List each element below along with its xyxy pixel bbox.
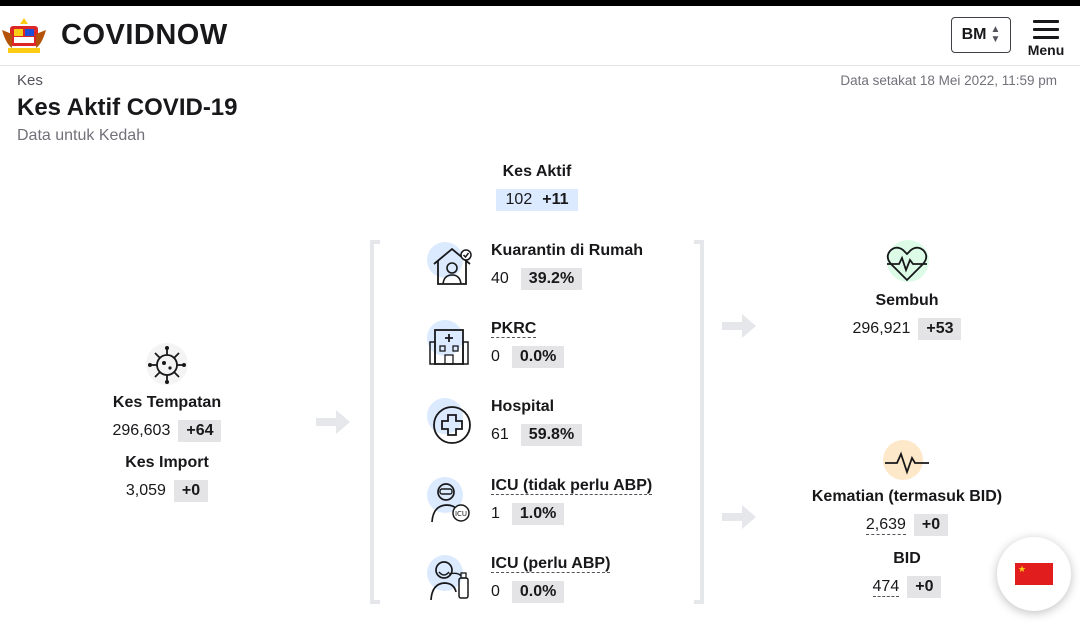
home-quarantine-icon bbox=[433, 247, 472, 285]
kes-import-delta: +0 bbox=[173, 480, 209, 502]
pulse-line-icon bbox=[885, 451, 929, 475]
icu-patient-icon: ICU bbox=[431, 483, 470, 523]
page-subtitle: Data untuk Kedah bbox=[17, 127, 146, 144]
hamburger-icon bbox=[1033, 20, 1059, 39]
kes-tempatan-delta: +64 bbox=[178, 420, 222, 442]
breakdown-item: ICU (perlu ABP) 0 0.0% bbox=[491, 555, 611, 603]
kes-aktif-summary: Kes Aktif 102 +11 bbox=[470, 163, 604, 211]
language-select[interactable]: BM ▲ ▼ bbox=[951, 17, 1011, 53]
kes-aktif-delta: +11 bbox=[542, 191, 569, 208]
kes-aktif-label: Kes Aktif bbox=[502, 163, 572, 180]
site-header: COVIDNOW BM ▲ ▼ Menu bbox=[0, 6, 1080, 66]
select-arrows-icon: ▲ ▼ bbox=[990, 24, 1001, 45]
breakdown-pct: 1.0% bbox=[511, 503, 565, 525]
breakdown-item: Hospital 61 59.8% bbox=[491, 398, 583, 446]
sembuh-value: 296,921 bbox=[852, 320, 911, 337]
bid-value[interactable]: 474 bbox=[872, 578, 900, 597]
breakdown-value: 0 bbox=[491, 348, 500, 365]
breakdown-value: 0 bbox=[491, 583, 500, 600]
breakdown-item: PKRC 0 0.0% bbox=[491, 320, 565, 368]
breakdown-value: 61 bbox=[491, 426, 509, 443]
brand-name[interactable]: COVIDNOW bbox=[61, 19, 228, 52]
menu-label: Menu bbox=[1027, 42, 1065, 58]
kes-tempatan-block: Kes Tempatan 296,603 +64 bbox=[96, 394, 238, 442]
bid-label: BID bbox=[893, 550, 921, 567]
breakdown-label[interactable]: ICU (tidak perlu ABP) bbox=[491, 477, 653, 495]
language-value: BM bbox=[961, 26, 987, 43]
breakdown-item: ICU (tidak perlu ABP) 1 1.0% bbox=[491, 477, 653, 525]
kematian-label: Kematian (termasuk BID) bbox=[811, 488, 1003, 505]
kes-tempatan-value: 296,603 bbox=[112, 422, 171, 439]
kes-import-label: Kes Import bbox=[125, 454, 209, 471]
quarantine-center-icon bbox=[429, 329, 469, 365]
flag-icon: ★ bbox=[1015, 563, 1053, 585]
kematian-delta: +0 bbox=[913, 514, 949, 536]
kes-import-block: Kes Import 3,059 +0 bbox=[96, 454, 238, 502]
menu-button[interactable]: Menu bbox=[1024, 18, 1068, 62]
breakdown-value: 40 bbox=[491, 270, 509, 287]
data-updated-timestamp: Data setakat 18 Mei 2022, 11:59 pm bbox=[840, 73, 1057, 88]
ventilator-patient-icon bbox=[430, 561, 469, 601]
breakdown-label: Kuarantin di Rumah bbox=[491, 242, 644, 259]
kes-tempatan-label: Kes Tempatan bbox=[112, 394, 222, 411]
sembuh-block: Sembuh 296,921 +53 bbox=[836, 292, 978, 340]
arrow-right-icon bbox=[722, 505, 756, 529]
sembuh-label: Sembuh bbox=[875, 292, 939, 309]
kes-aktif-badge: 102 +11 bbox=[495, 189, 579, 211]
hospital-cross-icon bbox=[433, 406, 471, 444]
bracket-right bbox=[694, 240, 704, 604]
breakdown-pct: 0.0% bbox=[511, 346, 565, 368]
breadcrumb[interactable]: Kes bbox=[17, 72, 43, 89]
breakdown-pct: 0.0% bbox=[511, 581, 565, 603]
floating-flag-button[interactable]: ★ bbox=[997, 537, 1071, 611]
arrow-right-icon bbox=[316, 410, 350, 434]
arrow-right-icon bbox=[722, 314, 756, 338]
breakdown-label[interactable]: PKRC bbox=[491, 320, 537, 338]
breakdown-label: Hospital bbox=[491, 398, 555, 415]
breakdown-item: Kuarantin di Rumah 40 39.2% bbox=[491, 242, 643, 290]
page-title: Kes Aktif COVID-19 bbox=[17, 94, 238, 121]
svg-text:ICU: ICU bbox=[455, 510, 467, 518]
malaysia-coat-of-arms-logo[interactable] bbox=[0, 14, 48, 58]
breakdown-value: 1 bbox=[491, 505, 500, 522]
heart-pulse-icon bbox=[886, 246, 928, 282]
kes-aktif-value: 102 bbox=[505, 191, 533, 208]
bid-delta: +0 bbox=[907, 576, 942, 598]
kematian-block: Kematian (termasuk BID) 2,639 +0 bbox=[806, 488, 1008, 536]
bracket-left bbox=[370, 240, 380, 604]
breakdown-label[interactable]: ICU (perlu ABP) bbox=[491, 555, 611, 573]
kes-import-value: 3,059 bbox=[125, 482, 166, 499]
kematian-value[interactable]: 2,639 bbox=[865, 516, 906, 535]
breakdown-pct: 59.8% bbox=[520, 424, 583, 446]
bid-block: BID 474 +0 bbox=[836, 550, 978, 598]
sembuh-delta: +53 bbox=[918, 318, 962, 340]
virus-icon bbox=[148, 346, 186, 384]
breakdown-pct: 39.2% bbox=[520, 268, 583, 290]
